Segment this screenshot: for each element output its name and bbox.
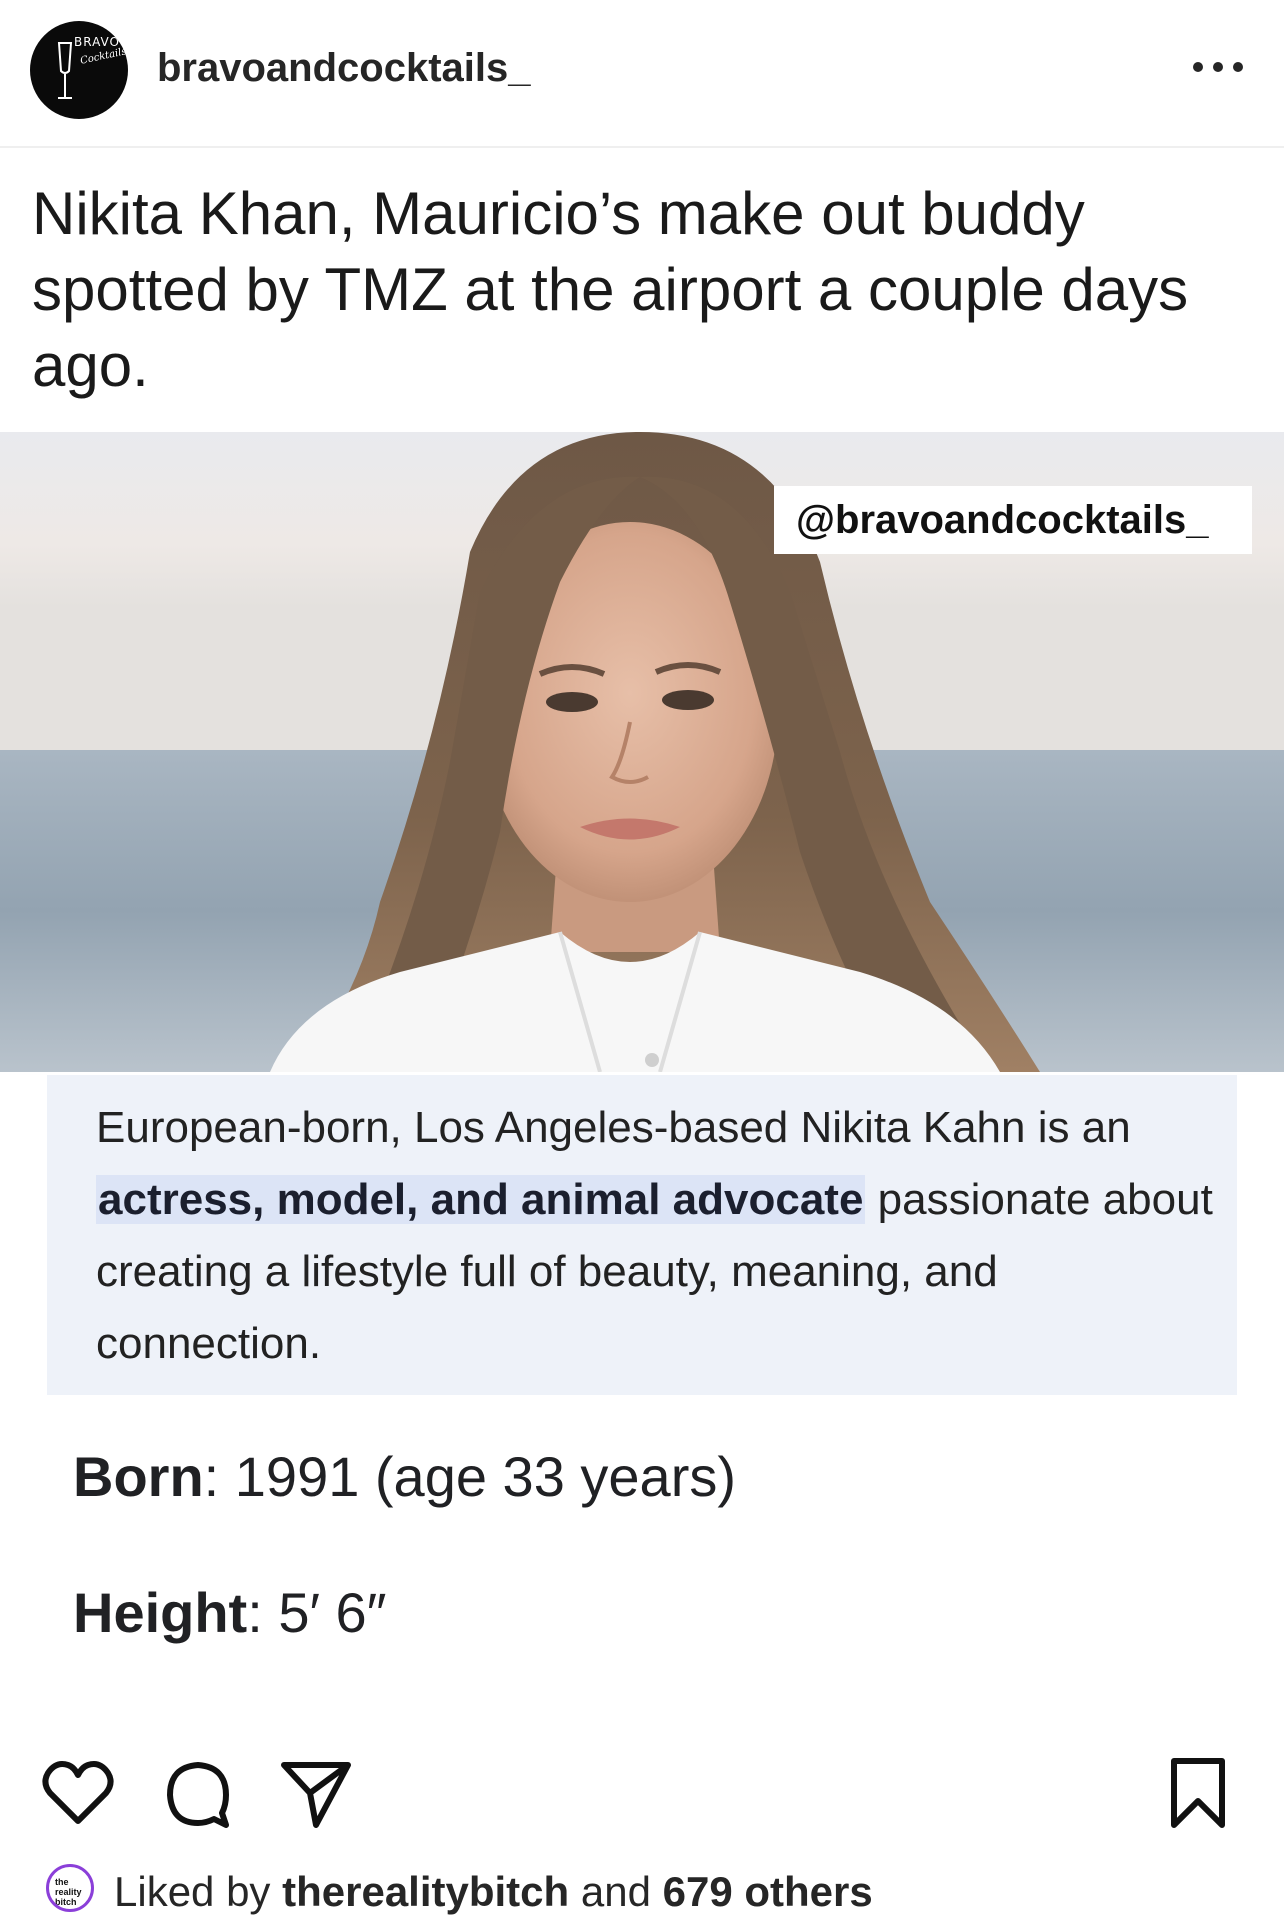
bio-text: European-born, Los Angeles-based Nikita … xyxy=(96,1092,1216,1380)
liker-avatar-text: the reality bitch xyxy=(55,1877,82,1907)
likes-prefix: Liked by xyxy=(114,1868,283,1915)
comment-icon[interactable] xyxy=(160,1755,236,1831)
post-caption: Nikita Khan, Mauricio’s make out buddy s… xyxy=(32,180,1189,399)
post-header: BRAVO Cocktails bravoandcocktails_ xyxy=(0,0,1284,148)
heart-icon[interactable] xyxy=(40,1755,116,1831)
bookmark-icon[interactable] xyxy=(1160,1755,1236,1831)
born-fact: Born: 1991 (age 33 years) xyxy=(73,1444,736,1509)
more-dots-icon[interactable] xyxy=(1190,52,1246,82)
likes-middle: and xyxy=(569,1868,663,1915)
paper-plane-icon[interactable] xyxy=(278,1755,354,1831)
born-value: : 1991 (age 33 years) xyxy=(203,1445,736,1508)
height-value: : 5′ 6″ xyxy=(247,1581,387,1644)
bio-highlight: actress, model, and animal advocate xyxy=(96,1175,866,1224)
liker-avatar[interactable]: the reality bitch xyxy=(46,1864,94,1912)
profile-avatar[interactable]: BRAVO Cocktails xyxy=(30,21,128,119)
bio-text-part1: European-born, Los Angeles-based Nikita … xyxy=(96,1103,1131,1152)
photo-watermark: @bravoandcocktails_ xyxy=(774,486,1252,554)
likes-summary[interactable]: Liked by therealitybitch and 679 others xyxy=(114,1868,873,1916)
post-username[interactable]: bravoandcocktails_ xyxy=(157,46,531,91)
liker-username[interactable]: therealitybitch xyxy=(282,1868,569,1915)
avatar-brand-text: BRAVO xyxy=(74,35,120,49)
height-fact: Height: 5′ 6″ xyxy=(73,1580,387,1645)
champagne-glass-icon xyxy=(57,42,73,99)
height-label: Height xyxy=(73,1581,248,1644)
likes-count[interactable]: 679 others xyxy=(663,1868,873,1915)
born-label: Born xyxy=(73,1445,204,1508)
avatar-brand-subtext: Cocktails xyxy=(79,46,128,67)
